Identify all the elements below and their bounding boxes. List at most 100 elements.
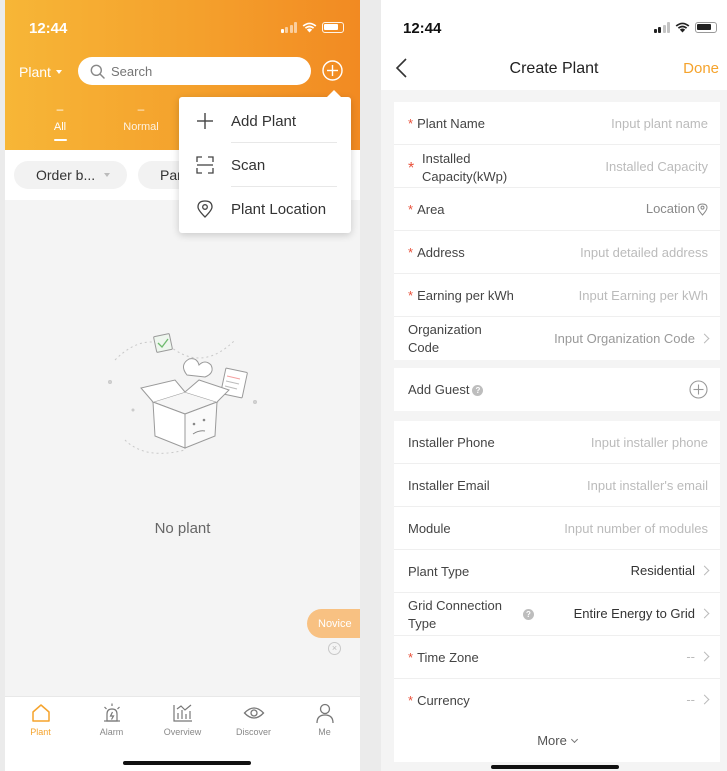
add-circle-icon[interactable]: [689, 380, 708, 399]
home-indicator: [123, 761, 251, 765]
nav-label: Me: [318, 727, 331, 737]
earning-per-kwh-field[interactable]: * Earning per kWh Input Earning per kWh: [394, 274, 720, 317]
nav-label: Plant: [30, 727, 51, 737]
installed-capacity-input[interactable]: Installed Capacity: [605, 159, 708, 174]
chevron-right-icon: [699, 608, 710, 619]
menu-item-label: Plant Location: [231, 200, 327, 218]
address-field[interactable]: * Address Input detailed address: [394, 231, 720, 274]
field-label: Currency: [417, 693, 470, 708]
required-marker: *: [408, 202, 414, 217]
wifi-icon: [675, 22, 690, 33]
required-marker: *: [408, 160, 415, 177]
grid-connection-value[interactable]: Entire Energy to Grid: [574, 606, 695, 621]
nav-item-alarm[interactable]: Alarm: [76, 702, 147, 737]
order-by-filter[interactable]: Order b...: [14, 161, 127, 189]
location-pin-icon: [197, 200, 213, 218]
plant-name-input[interactable]: Input plant name: [611, 116, 708, 131]
nav-item-discover[interactable]: Discover: [218, 702, 289, 737]
installer-info-section: Installer Phone Input installer phone In…: [394, 421, 720, 720]
chevron-right-icon: [699, 333, 710, 344]
signal-icon: [280, 22, 297, 33]
add-circle-icon[interactable]: [322, 60, 343, 81]
plant-type-field[interactable]: Plant Type Residential: [394, 550, 720, 593]
installer-phone-field[interactable]: Installer Phone Input installer phone: [394, 421, 720, 464]
time-zone-value[interactable]: --: [686, 649, 695, 664]
menu-item-label: Add Plant: [231, 112, 297, 130]
organization-code-input[interactable]: Input Organization Code: [554, 331, 695, 346]
field-label: Area: [417, 202, 445, 217]
scan-icon: [196, 156, 214, 174]
status-time: 12:44: [29, 20, 68, 37]
nav-item-plant[interactable]: Plant: [5, 702, 76, 737]
novice-label: Novice: [318, 617, 352, 630]
area-field[interactable]: * Area Location: [394, 188, 720, 231]
plant-list-screen: 12:44 Plant – All – Normal: [5, 0, 360, 771]
nav-item-me[interactable]: Me: [289, 702, 360, 737]
eye-icon: [243, 707, 264, 719]
empty-box-illustration: [108, 333, 257, 454]
required-marker: *: [408, 116, 414, 131]
help-icon[interactable]: ?: [472, 385, 484, 397]
status-bar: 12:44: [381, 0, 727, 50]
installed-capacity-field[interactable]: * Installed Capacity(kWp) Installed Capa…: [394, 145, 720, 188]
required-marker: *: [408, 288, 414, 303]
installer-email-input[interactable]: Input installer's email: [587, 478, 708, 493]
nav-label: Alarm: [99, 727, 124, 737]
bottom-navigation: Plant Alarm Overview Discover Me: [5, 696, 360, 771]
module-field[interactable]: Module Input number of modules: [394, 507, 720, 550]
filter-label: Order b...: [36, 167, 96, 183]
menu-item-add-plant[interactable]: Add Plant: [179, 99, 351, 143]
caret-down-icon: [104, 173, 111, 177]
nav-label: Overview: [163, 727, 202, 737]
location-pin-icon[interactable]: [697, 203, 708, 216]
plant-name-field[interactable]: * Plant Name Input plant name: [394, 102, 720, 145]
field-label: Earning per kWh: [417, 288, 514, 303]
more-button[interactable]: More: [394, 720, 720, 762]
field-label: Grid Connection Type: [408, 598, 502, 631]
currency-field[interactable]: * Currency --: [394, 679, 720, 720]
search-input[interactable]: [111, 63, 291, 79]
tab-label: Normal: [123, 121, 159, 133]
field-label: Address: [417, 245, 465, 260]
installer-email-field[interactable]: Installer Email Input installer's email: [394, 464, 720, 507]
grid-connection-type-field[interactable]: Grid Connection Type ? Entire Energy to …: [394, 593, 720, 636]
currency-value[interactable]: --: [686, 692, 695, 707]
tab-count: –: [56, 102, 64, 116]
add-guest-row[interactable]: Add Guest?: [394, 368, 720, 411]
nav-item-overview[interactable]: Overview: [147, 702, 218, 737]
organization-code-field[interactable]: Organization Code Input Organization Cod…: [394, 317, 720, 360]
required-marker: *: [408, 245, 414, 260]
nav-label: Discover: [235, 727, 271, 737]
time-zone-field[interactable]: * Time Zone --: [394, 636, 720, 679]
active-tab-indicator: [54, 139, 67, 141]
address-input[interactable]: Input detailed address: [580, 245, 708, 260]
menu-item-plant-location[interactable]: Plant Location: [179, 187, 351, 231]
earning-per-kwh-input[interactable]: Input Earning per kWh: [579, 288, 708, 303]
plant-type-selector[interactable]: Plant: [19, 64, 62, 80]
tab-label: All: [53, 121, 67, 133]
status-bar: 12:44: [5, 0, 360, 50]
field-label: Installer Email: [408, 478, 490, 493]
plant-type-value[interactable]: Residential: [631, 563, 695, 578]
installer-phone-input[interactable]: Input installer phone: [591, 435, 708, 450]
person-icon: [315, 703, 334, 724]
tab-all[interactable]: – All: [25, 102, 95, 133]
area-location-value[interactable]: Location: [646, 201, 695, 216]
search-bar[interactable]: [78, 57, 311, 85]
menu-item-scan[interactable]: Scan: [179, 143, 351, 187]
done-button[interactable]: Done: [683, 60, 719, 77]
close-icon[interactable]: ×: [328, 642, 341, 655]
plus-icon: [197, 113, 213, 129]
required-marker: *: [408, 650, 414, 665]
field-label: Plant Type: [408, 564, 470, 579]
nav-header: 12:44 Create Plant Done: [381, 0, 727, 90]
module-count-input[interactable]: Input number of modules: [564, 521, 708, 536]
status-time: 12:44: [403, 20, 442, 37]
tab-normal[interactable]: – Normal: [106, 102, 176, 133]
help-icon[interactable]: ?: [523, 609, 534, 620]
empty-state-text: No plant: [154, 520, 211, 537]
home-indicator: [491, 765, 619, 769]
add-menu-popup: Add Plant Scan Plant Location: [179, 90, 351, 233]
field-label: Time Zone: [417, 650, 479, 665]
novice-guide-button[interactable]: Novice: [307, 609, 360, 638]
